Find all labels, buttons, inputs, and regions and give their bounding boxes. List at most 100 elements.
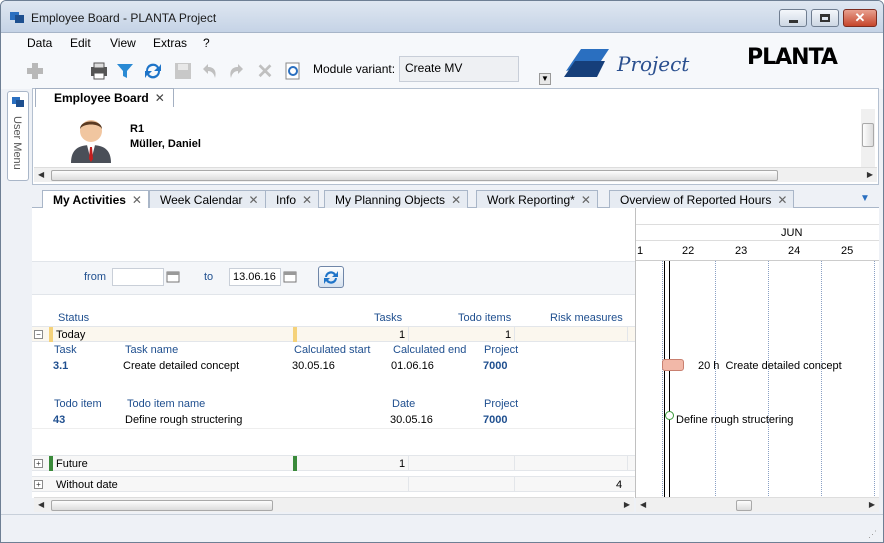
- task-bar-label: 20 h Create detailed concept: [698, 360, 842, 372]
- tab-label: Work Reporting*: [487, 193, 575, 207]
- resource-name: Müller, Daniel: [130, 138, 201, 150]
- close-tab-icon[interactable]: ✕: [581, 193, 591, 207]
- month-label: JUN: [781, 227, 803, 239]
- module-variant-field[interactable]: Create MV: [399, 56, 519, 82]
- todo-date: 30.05.16: [390, 414, 433, 426]
- maximize-button[interactable]: [811, 9, 839, 27]
- todo-item-name: Define rough structering: [125, 414, 243, 426]
- today-line: [669, 261, 670, 498]
- menu-extras[interactable]: Extras: [153, 36, 187, 50]
- status-header: Status: [58, 312, 90, 324]
- tab-label: Info: [276, 193, 297, 207]
- grid-line: [662, 261, 663, 498]
- module-variant-dropdown[interactable]: ▼: [539, 73, 551, 85]
- todo-id-link[interactable]: 43: [53, 414, 65, 426]
- close-tab-icon[interactable]: ✕: [302, 193, 312, 207]
- menu-edit[interactable]: Edit: [70, 36, 91, 50]
- user-menu-tab[interactable]: User Menu: [7, 91, 29, 181]
- menu-help[interactable]: ?: [203, 36, 210, 50]
- task-calculated-start: 30.05.16: [292, 360, 335, 372]
- scroll-left-icon[interactable]: ◀: [38, 170, 44, 179]
- undo-button[interactable]: [197, 58, 221, 84]
- print-button[interactable]: [87, 58, 111, 84]
- today-line: [664, 261, 665, 498]
- group-row-future[interactable]: + Future 1: [32, 455, 635, 471]
- tab-overview-reported-hours[interactable]: Overview of Reported Hours ✕: [609, 190, 795, 208]
- apply-filter-button[interactable]: [318, 266, 344, 288]
- close-tab-icon[interactable]: ✕: [777, 193, 787, 207]
- refresh-button[interactable]: [141, 58, 165, 84]
- save-button[interactable]: [171, 58, 195, 84]
- plus-icon: [27, 63, 43, 79]
- from-date-input[interactable]: [112, 268, 164, 286]
- task-id-link[interactable]: 3.1: [53, 360, 68, 372]
- task-gantt-bar[interactable]: [662, 359, 684, 371]
- scroll-right-icon[interactable]: ▶: [867, 170, 873, 179]
- planta-project-logo: Project: [564, 49, 690, 77]
- redo-icon: [230, 64, 243, 78]
- task-row[interactable]: 3.1 Create detailed concept 30.05.16 01.…: [32, 357, 635, 375]
- scroll-thumb[interactable]: [51, 170, 778, 181]
- employee-horizontal-scrollbar[interactable]: ◀ ▶: [34, 167, 877, 182]
- tab-my-activities[interactable]: My Activities ✕: [42, 190, 149, 209]
- preview-button[interactable]: [281, 58, 305, 84]
- employee-avatar: [71, 120, 111, 163]
- activities-horizontal-scrollbar[interactable]: ◀ ▶: [34, 497, 634, 512]
- tab-week-calendar[interactable]: Week Calendar ✕: [149, 190, 266, 208]
- group-row-today[interactable]: − Today 1 1: [32, 326, 635, 342]
- filter-button[interactable]: [113, 58, 137, 84]
- tab-work-reporting[interactable]: Work Reporting* ✕: [476, 190, 598, 208]
- scroll-left-icon[interactable]: ◀: [640, 500, 646, 509]
- collapse-icon[interactable]: −: [34, 330, 43, 339]
- close-icon: ✕: [854, 10, 866, 25]
- minimize-button[interactable]: [779, 9, 807, 27]
- status-bar: ⋰: [1, 514, 883, 542]
- module-variant-label: Module variant:: [313, 62, 396, 76]
- redo-button[interactable]: [225, 58, 249, 84]
- close-tab-icon[interactable]: ✕: [155, 91, 165, 105]
- calendar-icon[interactable]: [166, 269, 180, 283]
- without-date-risk-count: 4: [616, 479, 623, 491]
- group-row-without-date[interactable]: + Without date 4: [32, 476, 635, 492]
- gantt-month-header: JUN: [636, 224, 879, 241]
- resize-grip-icon[interactable]: ⋰: [868, 529, 877, 540]
- new-button[interactable]: [23, 58, 47, 84]
- gantt-horizontal-scrollbar[interactable]: ◀ ▶: [636, 497, 879, 512]
- tab-employee-board[interactable]: Employee Board ✕: [35, 88, 174, 107]
- future-marker: [49, 456, 53, 471]
- expand-icon[interactable]: +: [34, 480, 43, 489]
- menu-data[interactable]: Data: [27, 36, 52, 50]
- expand-icon[interactable]: +: [34, 459, 43, 468]
- today-tasks-count: 1: [399, 329, 406, 341]
- delete-button[interactable]: ✕: [253, 58, 277, 84]
- todo-project-link[interactable]: 7000: [483, 414, 507, 426]
- scroll-right-icon[interactable]: ▶: [624, 500, 630, 509]
- calendar-icon[interactable]: [283, 269, 297, 283]
- scroll-left-icon[interactable]: ◀: [38, 500, 44, 509]
- close-tab-icon[interactable]: ✕: [249, 193, 259, 207]
- employee-vertical-scrollbar[interactable]: [861, 109, 875, 169]
- tab-label: Overview of Reported Hours: [620, 193, 772, 207]
- gantt-chart: JUN 1 22 23 24 25 20 h Create detailed c…: [635, 208, 879, 498]
- menu-view[interactable]: View: [110, 36, 136, 50]
- tasks-header: Tasks: [374, 312, 403, 324]
- to-date-input[interactable]: 13.06.16: [229, 268, 281, 286]
- close-tab-icon[interactable]: ✕: [451, 193, 461, 207]
- close-tab-icon[interactable]: ✕: [132, 193, 142, 207]
- close-button[interactable]: ✕: [843, 9, 877, 27]
- app-icon: [10, 12, 24, 23]
- tab-list-dropdown-icon[interactable]: ▼: [860, 193, 870, 204]
- future-tasks-count: 1: [399, 458, 406, 470]
- task-project-link[interactable]: 7000: [483, 360, 507, 372]
- resource-code: R1: [130, 123, 145, 135]
- todo-row[interactable]: 43 Define rough structering 30.05.16 700…: [32, 411, 635, 429]
- tab-my-planning-objects[interactable]: My Planning Objects ✕: [324, 190, 469, 208]
- scroll-thumb[interactable]: [51, 500, 273, 511]
- todo-milestone[interactable]: [665, 411, 674, 420]
- scroll-thumb[interactable]: [862, 123, 874, 147]
- calculated-start-header: Calculated start: [294, 344, 371, 356]
- scroll-right-icon[interactable]: ▶: [869, 500, 875, 509]
- scroll-thumb[interactable]: [736, 500, 752, 511]
- svg-text:Project: Project: [616, 52, 690, 76]
- tab-info[interactable]: Info ✕: [265, 190, 320, 208]
